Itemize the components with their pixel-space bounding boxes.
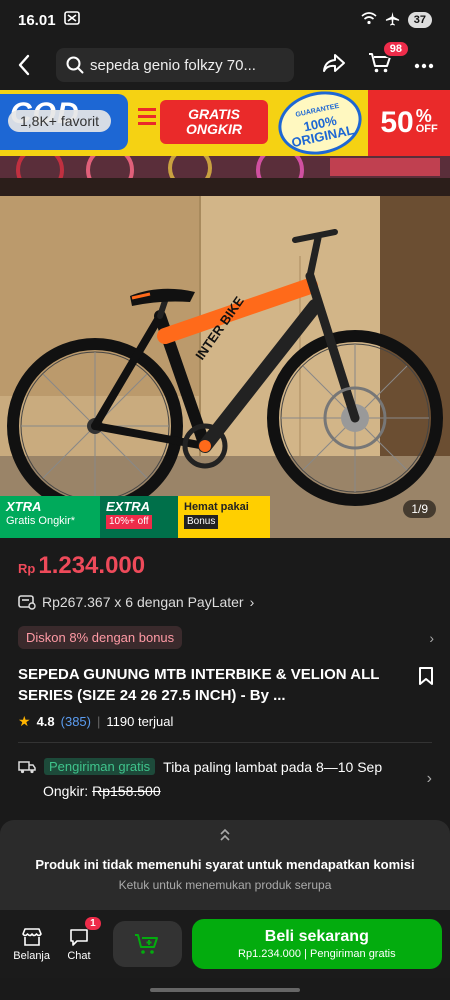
bottom-action-bar: Belanja 1 Chat Beli sekarang Rp1.234.000… (0, 910, 450, 978)
rating-value: 4.8 (36, 714, 55, 729)
wishlist-button[interactable] (418, 666, 434, 691)
discount-chevron-icon[interactable]: › (429, 630, 434, 646)
store-icon (21, 927, 42, 946)
promo-banner[interactable]: COD 1,8K+ favorit GRATIS ONGKIR GUARANTE… (0, 90, 450, 156)
ongkir-label: Ongkir: (43, 783, 89, 799)
cart-count-badge: 98 (381, 39, 410, 58)
shop-label: Belanja (13, 949, 50, 962)
shipping-info[interactable]: Pengiriman gratis Tiba paling lambat pad… (18, 758, 432, 799)
buy-now-subtitle: Rp1.234.000 | Pengiriman gratis (238, 948, 396, 960)
add-cart-icon (135, 934, 159, 954)
xtra-free-shipping-tag: XTRA Gratis Ongkir* (0, 496, 100, 538)
ongkir-old-price: Rp158.500 (92, 783, 161, 799)
off-label: OFF (415, 123, 438, 135)
buy-now-label: Beli sekarang (264, 928, 369, 945)
rating-row[interactable]: ★ 4.8 (385) | 1190 terjual (18, 713, 173, 730)
commission-title: Produk ini tidak memenuhi syarat untuk m… (35, 857, 415, 872)
battery-indicator: 37 (407, 12, 432, 28)
bookmark-icon (419, 667, 433, 685)
price-value: 1.234.000 (38, 552, 146, 579)
promo-strip[interactable]: XTRA Gratis Ongkir* EXTRA 10%+ off Hemat… (0, 496, 270, 538)
free-shipping-tag: Pengiriman gratis (44, 758, 156, 775)
xtra-subtitle: Gratis Ongkir* (6, 515, 76, 527)
commission-subtitle: Ketuk untuk menemukan produk serupa (118, 878, 332, 892)
bonus-discount-badge[interactable]: Diskon 8% dengan bonus (18, 626, 183, 649)
shop-button[interactable]: Belanja (8, 927, 55, 962)
search-icon (66, 56, 84, 74)
buy-now-button[interactable]: Beli sekarang Rp1.234.000 | Pengiriman g… (191, 919, 442, 969)
divider (18, 742, 432, 743)
paylater-icon (18, 595, 36, 610)
cart-button[interactable]: 98 (368, 39, 410, 79)
product-image[interactable]: INTER BIKE 1/9 (0, 156, 450, 538)
back-button[interactable] (10, 51, 38, 79)
ongkir-text: ONGKIR (186, 121, 242, 137)
price-currency: Rp (18, 561, 36, 576)
chevron-right-icon: › (249, 594, 255, 610)
status-bar: 16.01 37 (0, 0, 450, 40)
airplane-icon (385, 11, 400, 29)
chat-icon (70, 928, 88, 946)
product-price: Rp 1.234.000 (18, 552, 145, 580)
star-icon: ★ (18, 713, 31, 729)
rating-count: (385) (60, 714, 91, 729)
commission-notice[interactable]: Produk ini tidak memenuhi syarat untuk m… (0, 820, 450, 910)
more-options-button[interactable] (414, 56, 434, 74)
original-seal: GUARANTEE 100% ORIGINAL (272, 90, 368, 156)
shipping-chevron-icon: › (426, 770, 432, 787)
off-number: 50 (380, 106, 414, 139)
extra-tag: 10%+ off (106, 515, 152, 529)
paylater-option[interactable]: Rp267.367 x 6 dengan PayLater › (18, 594, 254, 610)
free-shipping-badge: GRATIS ONGKIR (160, 100, 268, 144)
delivery-eta: Tiba paling lambat pada 8—10 Sep (163, 758, 383, 775)
hemat-tag: Bonus (184, 515, 219, 529)
search-input[interactable]: sepeda genio folkzy 70... (56, 48, 294, 82)
speed-lines (138, 108, 156, 129)
hemat-title: Hemat pakai (184, 501, 249, 513)
more-icon (414, 63, 434, 69)
extra-title: EXTRA (106, 499, 151, 514)
chat-label: Chat (67, 949, 91, 962)
top-navigation: sepeda genio folkzy 70... 98 (0, 39, 450, 90)
add-to-cart-button[interactable] (112, 921, 182, 967)
truck-icon (18, 760, 36, 773)
xtra-title: XTRA (6, 499, 42, 514)
favorites-count: 1,8K+ favorit (8, 110, 111, 132)
image-counter: 1/9 (403, 500, 436, 518)
discount-off-badge: 50 % OFF (368, 90, 450, 156)
sold-count: 1190 terjual (106, 714, 174, 729)
off-percent: % (415, 106, 432, 126)
bike-photo: INTER BIKE (0, 156, 450, 538)
gratis-text: GRATIS (188, 106, 240, 122)
back-arrow-icon (18, 54, 30, 76)
bonus-savings-tag: Hemat pakai Bonus (178, 496, 270, 538)
status-time: 16.01 (18, 11, 56, 29)
chat-badge: 1 (85, 916, 101, 930)
share-icon (323, 53, 345, 72)
chat-button[interactable]: 1 Chat (55, 916, 102, 962)
home-indicator[interactable] (150, 988, 300, 992)
extra-discount-tag: EXTRA 10%+ off (100, 496, 178, 538)
notification-icon (63, 11, 80, 29)
chevron-up-icon (0, 828, 450, 843)
wifi-icon (361, 12, 377, 28)
product-title: SEPEDA GUNUNG MTB INTERBIKE & VELION ALL… (18, 666, 380, 704)
search-query: sepeda genio folkzy 70... (90, 56, 256, 74)
share-button[interactable] (322, 53, 346, 78)
paylater-text: Rp267.367 x 6 dengan PayLater (42, 594, 244, 610)
separator: | (97, 714, 101, 729)
